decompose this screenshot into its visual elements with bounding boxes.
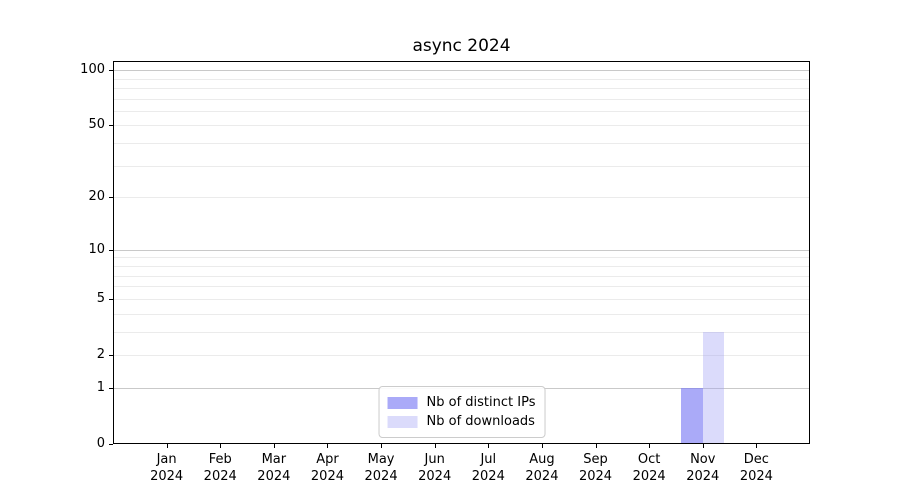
y-tick-mark — [109, 298, 113, 300]
y-tick-label: 50 — [88, 117, 105, 133]
x-tick-mark — [541, 444, 543, 448]
y-tick-label: 0 — [96, 436, 105, 451]
x-tick-mark — [273, 444, 275, 448]
x-tick-mark — [595, 444, 597, 448]
legend-item: Nb of distinct IPs — [387, 393, 536, 412]
x-tick-mark — [702, 444, 704, 448]
x-tick-label: Dec 2024 — [739, 452, 773, 484]
x-tick-mark — [327, 444, 329, 448]
x-tick-mark — [166, 444, 168, 448]
chart-figure: async 2024 0 1 2 5 10 20 50 100 Jan 2024 Feb 2024 M… — [0, 0, 900, 500]
y-tick-mark — [109, 387, 113, 389]
x-tick-mark — [488, 444, 490, 448]
y-tick-label: 1 — [96, 379, 105, 395]
bar-downloads — [702, 331, 725, 444]
y-tick-mark — [109, 249, 113, 251]
chart-title: async 2024 — [412, 36, 511, 56]
legend-label: Nb of distinct IPs — [426, 395, 536, 410]
x-tick-mark — [220, 444, 222, 448]
x-tick-mark — [756, 444, 758, 448]
y-tick-mark — [109, 125, 113, 127]
y-tick-mark — [109, 444, 113, 445]
x-tick-mark — [649, 444, 651, 448]
y-tick-mark — [109, 70, 113, 72]
y-tick-mark — [109, 197, 113, 199]
y-tick-mark — [109, 354, 113, 356]
legend: Nb of distinct IPs Nb of downloads — [378, 386, 546, 438]
x-tick-mark — [381, 444, 383, 448]
x-tick-mark — [434, 444, 436, 448]
legend-item: Nb of downloads — [387, 412, 536, 431]
y-tick-label: 2 — [96, 346, 105, 362]
y-tick-label: 10 — [88, 241, 105, 257]
y-tick-label: 20 — [88, 189, 105, 205]
legend-swatch — [387, 396, 418, 409]
legend-swatch — [387, 415, 418, 428]
legend-label: Nb of downloads — [426, 414, 535, 429]
y-tick-label: 100 — [80, 62, 105, 78]
y-tick-label: 5 — [96, 290, 105, 306]
bar-distinct-ips — [681, 387, 703, 444]
